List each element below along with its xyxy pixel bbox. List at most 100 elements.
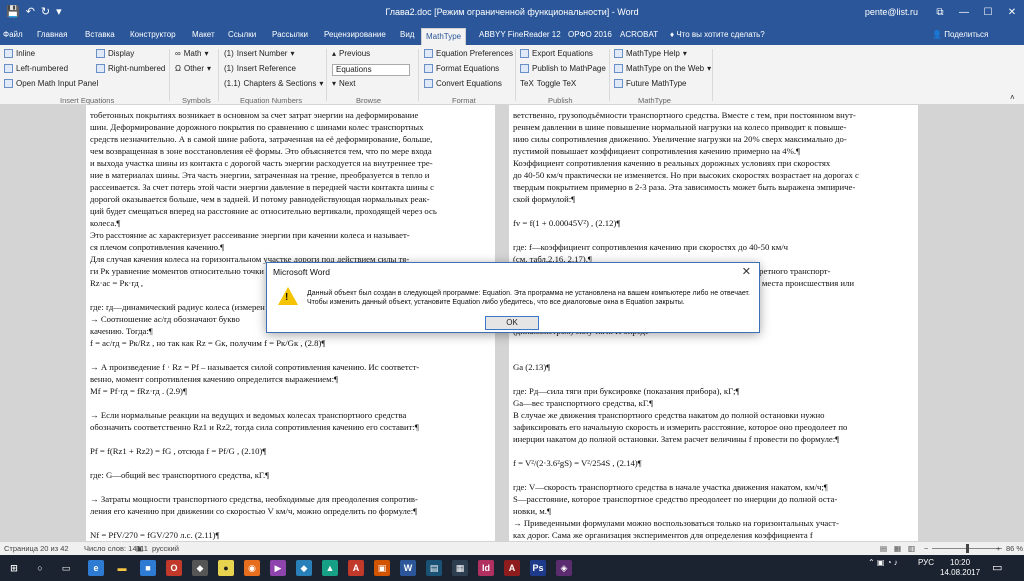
collapse-ribbon-icon[interactable]: ˄ bbox=[1010, 93, 1015, 102]
text-line: зафиксировать его начальную скорость и и… bbox=[513, 422, 848, 432]
edge-icon[interactable]: e bbox=[88, 560, 104, 576]
share-button[interactable]: 👤 Поделиться bbox=[932, 30, 988, 39]
tab-mathtype[interactable]: MathType bbox=[421, 28, 467, 45]
text-line: до 40-50 км/ч практически не изменяется.… bbox=[513, 170, 859, 180]
acrobat-icon[interactable]: A bbox=[348, 560, 364, 576]
text-line: где: f—коэффициент сопротивления качению… bbox=[513, 242, 789, 252]
format-equations-button[interactable]: Format Equations bbox=[424, 64, 499, 73]
dialog-close-button[interactable]: ✕ bbox=[742, 265, 751, 278]
photoshop-icon[interactable]: Ps bbox=[530, 560, 546, 576]
tab-acrobat[interactable]: ACROBAT bbox=[620, 30, 658, 39]
mathtype-web-button[interactable]: MathType on the Web ▾ bbox=[614, 64, 711, 73]
ribbon-display-icon[interactable]: ⧉ bbox=[928, 0, 952, 26]
clock[interactable]: 10:20 14.08.2017 bbox=[940, 558, 980, 578]
tab-insert[interactable]: Вставка bbox=[85, 30, 115, 39]
text-line: новки, м.¶ bbox=[513, 506, 551, 516]
account-user[interactable]: pente@list.ru bbox=[865, 7, 918, 17]
right-numbered-button[interactable]: Right-numbered bbox=[96, 64, 165, 73]
page-count[interactable]: Страница 20 из 42 bbox=[4, 544, 69, 553]
chevron-down-icon: ▾ bbox=[319, 79, 324, 88]
word-icon[interactable]: W bbox=[400, 560, 416, 576]
app-icon-dark[interactable]: ▦ bbox=[452, 560, 468, 576]
display-button[interactable]: Display bbox=[96, 49, 134, 58]
language[interactable]: русский bbox=[152, 544, 179, 553]
windows-start-icon[interactable]: ⊞ bbox=[6, 560, 22, 576]
other-symbols-button[interactable]: Ω Other ▾ bbox=[175, 64, 211, 73]
omega-icon: Ω bbox=[175, 64, 181, 73]
tab-references[interactable]: Ссылки bbox=[228, 30, 256, 39]
app-icon-orange[interactable]: ▣ bbox=[374, 560, 390, 576]
mathtype-help-button[interactable]: MathType Help ▾ bbox=[614, 49, 687, 58]
tab-view[interactable]: Вид bbox=[400, 30, 414, 39]
text-line: ций будет смещаться вперед на расстояние… bbox=[90, 206, 437, 216]
math-input-icon bbox=[4, 79, 13, 88]
equation-preferences-button[interactable]: Equation Preferences bbox=[424, 49, 513, 58]
tab-mailings[interactable]: Рассылки bbox=[272, 30, 308, 39]
tab-review[interactable]: Рецензирование bbox=[324, 30, 386, 39]
previous-button[interactable]: ▴ Previous bbox=[332, 49, 370, 58]
indesign-icon[interactable]: Id bbox=[478, 560, 494, 576]
zoom-level[interactable]: 86 % bbox=[1006, 544, 1023, 553]
next-button[interactable]: ▾ Next bbox=[332, 79, 355, 88]
pdf-app-icon[interactable]: ◈ bbox=[556, 560, 572, 576]
tray-icons[interactable]: ⌃ ▣ ◔ ♪ bbox=[868, 558, 898, 567]
tab-file[interactable]: Файл bbox=[3, 30, 23, 39]
tab-orfo[interactable]: ОРФО 2016 bbox=[568, 30, 612, 39]
read-mode-icon[interactable]: ▤ bbox=[880, 544, 887, 553]
text-line: тобетонных покрытиях возникает в основно… bbox=[90, 110, 419, 120]
chapters-sections-button[interactable]: (1.1) Chapters & Sections ▾ bbox=[224, 79, 323, 88]
opera-icon[interactable]: O bbox=[166, 560, 182, 576]
browse-type-select[interactable]: Equations bbox=[332, 64, 410, 76]
media-player-icon[interactable]: ▶ bbox=[270, 560, 286, 576]
zoom-out-icon[interactable]: − bbox=[924, 544, 928, 553]
person-icon: 👤 bbox=[932, 30, 945, 39]
tab-home[interactable]: Главная bbox=[37, 30, 67, 39]
search-icon[interactable]: ○ bbox=[32, 560, 48, 576]
inline-button[interactable]: Inline bbox=[4, 49, 35, 58]
preferences-icon bbox=[424, 49, 433, 58]
tab-design[interactable]: Конструктор bbox=[130, 30, 176, 39]
math-symbols-button[interactable]: ∞ Math ▾ bbox=[175, 49, 209, 58]
tell-me-search[interactable]: ♦ Что вы хотите сделать? bbox=[670, 30, 765, 39]
acrobat-reader-icon[interactable]: A bbox=[504, 560, 520, 576]
input-language[interactable]: РУС bbox=[918, 558, 934, 567]
chrome-icon[interactable]: ● bbox=[218, 560, 234, 576]
toggle-tex-button[interactable]: TeX Toggle TeX bbox=[520, 79, 576, 88]
export-equations-button[interactable]: Export Equations bbox=[520, 49, 593, 58]
app-icon-blue[interactable]: ◆ bbox=[296, 560, 312, 576]
web-layout-icon[interactable]: ▥ bbox=[908, 544, 915, 553]
open-math-input-panel-button[interactable]: Open Math Input Panel bbox=[4, 79, 98, 88]
file-explorer-icon[interactable]: ▬ bbox=[114, 560, 130, 576]
tab-layout[interactable]: Макет bbox=[192, 30, 215, 39]
text-line: и выхода участка шины из контакта с доро… bbox=[90, 158, 433, 168]
app-icon[interactable]: ◆ bbox=[192, 560, 208, 576]
minimize-button[interactable]: — bbox=[952, 0, 976, 26]
app-icon-navy[interactable]: ▤ bbox=[426, 560, 442, 576]
app-icon-teal[interactable]: ▲ bbox=[322, 560, 338, 576]
convert-equations-button[interactable]: Convert Equations bbox=[424, 79, 502, 88]
help-icon bbox=[614, 49, 623, 58]
insert-number-button[interactable]: (1) Insert Number ▾ bbox=[224, 49, 294, 58]
text-line: → Если нормальные реакции на ведущих и в… bbox=[90, 410, 407, 420]
print-layout-icon[interactable]: ▦ bbox=[894, 544, 901, 553]
number-icon: (1) bbox=[224, 49, 234, 58]
future-mathtype-button[interactable]: Future MathType bbox=[614, 79, 686, 88]
tab-abbyy[interactable]: ABBYY FineReader 12 bbox=[479, 30, 561, 39]
ok-button[interactable]: OK bbox=[485, 316, 539, 330]
maximize-button[interactable]: ☐ bbox=[976, 0, 1000, 26]
zoom-in-icon[interactable]: + bbox=[996, 544, 1000, 553]
zoom-slider-thumb[interactable] bbox=[966, 544, 969, 553]
firefox-icon[interactable]: ◉ bbox=[244, 560, 260, 576]
task-view-icon[interactable]: ▭ bbox=[58, 560, 74, 576]
left-numbered-button[interactable]: Left-numbered bbox=[4, 64, 68, 73]
text-line: рассеивается. За счет потерь этой части … bbox=[90, 182, 434, 192]
chevron-down-icon: ▾ bbox=[682, 49, 687, 58]
publish-mathpage-button[interactable]: Publish to MathPage bbox=[520, 64, 606, 73]
notifications-icon[interactable]: ▭ bbox=[992, 561, 1002, 574]
insert-reference-button[interactable]: (1) Insert Reference bbox=[224, 64, 296, 73]
close-button[interactable]: ✕ bbox=[1000, 0, 1024, 26]
proofing-icon[interactable]: ▣ bbox=[136, 544, 143, 553]
group-label-symbols: Symbols bbox=[182, 96, 211, 105]
store-icon[interactable]: ■ bbox=[140, 560, 156, 576]
text-line: ветственно, грузоподъёмности транспортно… bbox=[513, 110, 856, 120]
